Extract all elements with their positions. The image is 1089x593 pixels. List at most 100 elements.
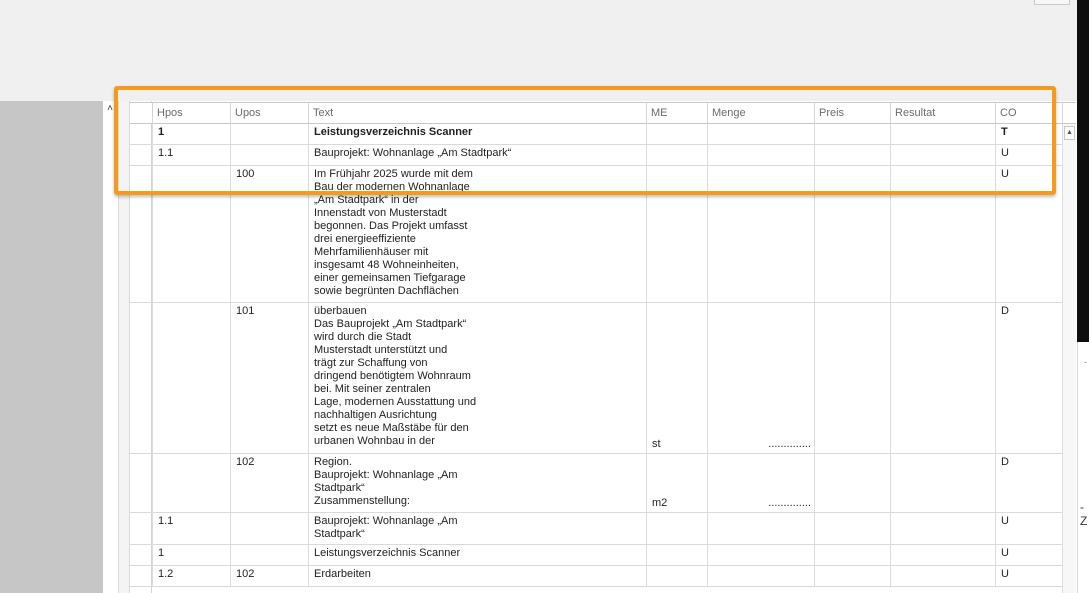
text-line: setzt es neue Maßstäbe für den bbox=[314, 422, 469, 434]
column-header-upos[interactable]: Upos bbox=[230, 103, 308, 124]
text-line: Stadtpark“ bbox=[314, 528, 365, 540]
cell-me[interactable] bbox=[646, 545, 707, 565]
column-header-menge[interactable]: Menge bbox=[707, 103, 814, 124]
column-header-resultat[interactable]: Resultat bbox=[890, 103, 995, 124]
cell-me[interactable] bbox=[646, 513, 707, 544]
right-side-panel bbox=[1077, 342, 1089, 593]
cell-me[interactable] bbox=[646, 124, 707, 144]
text-line: sowie begrünten Dachflächen bbox=[314, 285, 459, 297]
cell-menge[interactable] bbox=[707, 545, 814, 565]
text-line: nachhaltigen Ausrichtung bbox=[314, 409, 437, 421]
cell-co[interactable]: U bbox=[995, 166, 1062, 302]
cell-resultat[interactable] bbox=[890, 303, 995, 453]
left-pane bbox=[0, 101, 103, 593]
chevron-up-icon[interactable]: ˄ bbox=[104, 103, 116, 115]
cell-resultat[interactable] bbox=[890, 145, 995, 165]
cell-menge[interactable]: .............. bbox=[707, 454, 814, 512]
cell-preis[interactable] bbox=[814, 303, 890, 453]
text-line: Das Bauprojekt „Am Stadtpark“ bbox=[314, 318, 467, 330]
cell-hpos[interactable] bbox=[152, 454, 230, 512]
table-row[interactable]: 101 überbauen Das Bauprojekt „Am Stadtpark… bbox=[130, 303, 1062, 454]
table-row[interactable]: 1.2 102 Erdarbeiten U bbox=[130, 566, 1062, 587]
cell-me[interactable] bbox=[646, 566, 707, 586]
cell-text[interactable]: Erdarbeiten bbox=[308, 566, 646, 586]
cell-co[interactable]: U bbox=[995, 513, 1062, 544]
window-corner-button[interactable] bbox=[1034, 0, 1070, 5]
table-row[interactable]: 1 Leistungsverzeichnis Scanner U bbox=[130, 545, 1062, 566]
cell-resultat[interactable] bbox=[890, 454, 995, 512]
cell-resultat[interactable] bbox=[890, 545, 995, 565]
cell-upos[interactable]: 102 bbox=[230, 454, 308, 512]
cell-menge[interactable]: .............. bbox=[707, 303, 814, 453]
scroll-up-arrow-icon[interactable]: ▲ bbox=[1064, 126, 1075, 140]
cell-upos[interactable] bbox=[230, 145, 308, 165]
cell-co[interactable]: U bbox=[995, 545, 1062, 565]
text-line: Bauprojekt: Wohnanlage „Am bbox=[314, 469, 458, 481]
column-header-me[interactable]: ME bbox=[646, 103, 707, 124]
cell-resultat[interactable] bbox=[890, 513, 995, 544]
cell-preis[interactable] bbox=[814, 166, 890, 302]
cell-menge[interactable] bbox=[707, 124, 814, 144]
vertical-scrollbar[interactable]: ▲ bbox=[1062, 124, 1076, 593]
text-line: überbauen bbox=[314, 305, 367, 317]
text-line: wird durch die Stadt bbox=[314, 331, 412, 343]
menge-value: .............. bbox=[768, 438, 811, 450]
table-row[interactable]: 100 Im Frühjahr 2025 wurde mit dem Bau der… bbox=[130, 166, 1062, 303]
text-line: Leistungsverzeichnis Scanner bbox=[314, 547, 461, 559]
column-header-hpos[interactable]: Hpos bbox=[152, 103, 230, 124]
cell-upos[interactable]: 100 bbox=[230, 166, 308, 302]
cell-hpos[interactable]: 1.2 bbox=[152, 566, 230, 586]
cell-preis[interactable] bbox=[814, 545, 890, 565]
cell-menge[interactable] bbox=[707, 166, 814, 302]
cell-preis[interactable] bbox=[814, 454, 890, 512]
cell-upos[interactable]: 102 bbox=[230, 566, 308, 586]
table-row[interactable]: 1 Leistungsverzeichnis Scanner T bbox=[130, 124, 1062, 145]
cell-menge[interactable] bbox=[707, 513, 814, 544]
cell-menge[interactable] bbox=[707, 145, 814, 165]
cell-upos[interactable]: 101 bbox=[230, 303, 308, 453]
text-line: drei energieeffiziente bbox=[314, 233, 416, 245]
cell-text[interactable]: Region. Bauprojekt: Wohnanlage „Am Stadtpa… bbox=[308, 454, 646, 512]
cell-me[interactable]: m2 bbox=[646, 454, 707, 512]
table-row[interactable]: 1.1 Bauprojekt: Wohnanlage „Am Stadtpark“ U bbox=[130, 513, 1062, 545]
column-header-text[interactable]: Text bbox=[308, 103, 646, 124]
cell-me[interactable] bbox=[646, 145, 707, 165]
cell-text[interactable]: Leistungsverzeichnis Scanner bbox=[308, 545, 646, 565]
cell-preis[interactable] bbox=[814, 513, 890, 544]
cell-text[interactable]: Bauprojekt: Wohnanlage „Am Stadtpark“ bbox=[308, 513, 646, 544]
cell-preis[interactable] bbox=[814, 566, 890, 586]
cell-upos[interactable] bbox=[230, 513, 308, 544]
cell-preis[interactable] bbox=[814, 124, 890, 144]
cell-text[interactable]: Im Frühjahr 2025 wurde mit dem Bau der mo… bbox=[308, 166, 646, 302]
cell-co[interactable]: U bbox=[995, 145, 1062, 165]
column-header-preis[interactable]: Preis bbox=[814, 103, 890, 124]
cell-hpos[interactable] bbox=[152, 166, 230, 302]
cell-upos[interactable] bbox=[230, 124, 308, 144]
cell-co[interactable]: D bbox=[995, 454, 1062, 512]
cell-text[interactable]: Leistungsverzeichnis Scanner bbox=[308, 124, 646, 144]
text-line: Innenstadt von Musterstadt bbox=[314, 207, 447, 219]
menge-value: .............. bbox=[768, 497, 811, 509]
table-row[interactable]: 102 Region. Bauprojekt: Wohnanlage „Am Stad… bbox=[130, 454, 1062, 513]
cell-me[interactable]: st bbox=[646, 303, 707, 453]
cell-hpos[interactable]: 1.1 bbox=[152, 145, 230, 165]
cell-hpos[interactable]: 1 bbox=[152, 124, 230, 144]
cell-upos[interactable] bbox=[230, 545, 308, 565]
cell-co[interactable]: T bbox=[995, 124, 1062, 144]
cell-me[interactable] bbox=[646, 166, 707, 302]
cell-resultat[interactable] bbox=[890, 124, 995, 144]
cell-hpos[interactable]: 1.1 bbox=[152, 513, 230, 544]
cell-resultat[interactable] bbox=[890, 566, 995, 586]
table-row[interactable]: 1.1 Bauprojekt: Wohnanlage „Am Stadtpark“… bbox=[130, 145, 1062, 166]
cell-hpos[interactable]: 1 bbox=[152, 545, 230, 565]
text-line: Bau der modernen Wohnanlage bbox=[314, 181, 470, 193]
cell-co[interactable]: U bbox=[995, 566, 1062, 586]
column-header-co[interactable]: CO bbox=[995, 103, 1062, 124]
cell-co[interactable]: D bbox=[995, 303, 1062, 453]
cell-preis[interactable] bbox=[814, 145, 890, 165]
cell-hpos[interactable] bbox=[152, 303, 230, 453]
cell-menge[interactable] bbox=[707, 566, 814, 586]
cell-resultat[interactable] bbox=[890, 166, 995, 302]
cell-text[interactable]: Bauprojekt: Wohnanlage „Am Stadtpark“ bbox=[308, 145, 646, 165]
cell-text[interactable]: überbauen Das Bauprojekt „Am Stadtpark“ wi… bbox=[308, 303, 646, 453]
